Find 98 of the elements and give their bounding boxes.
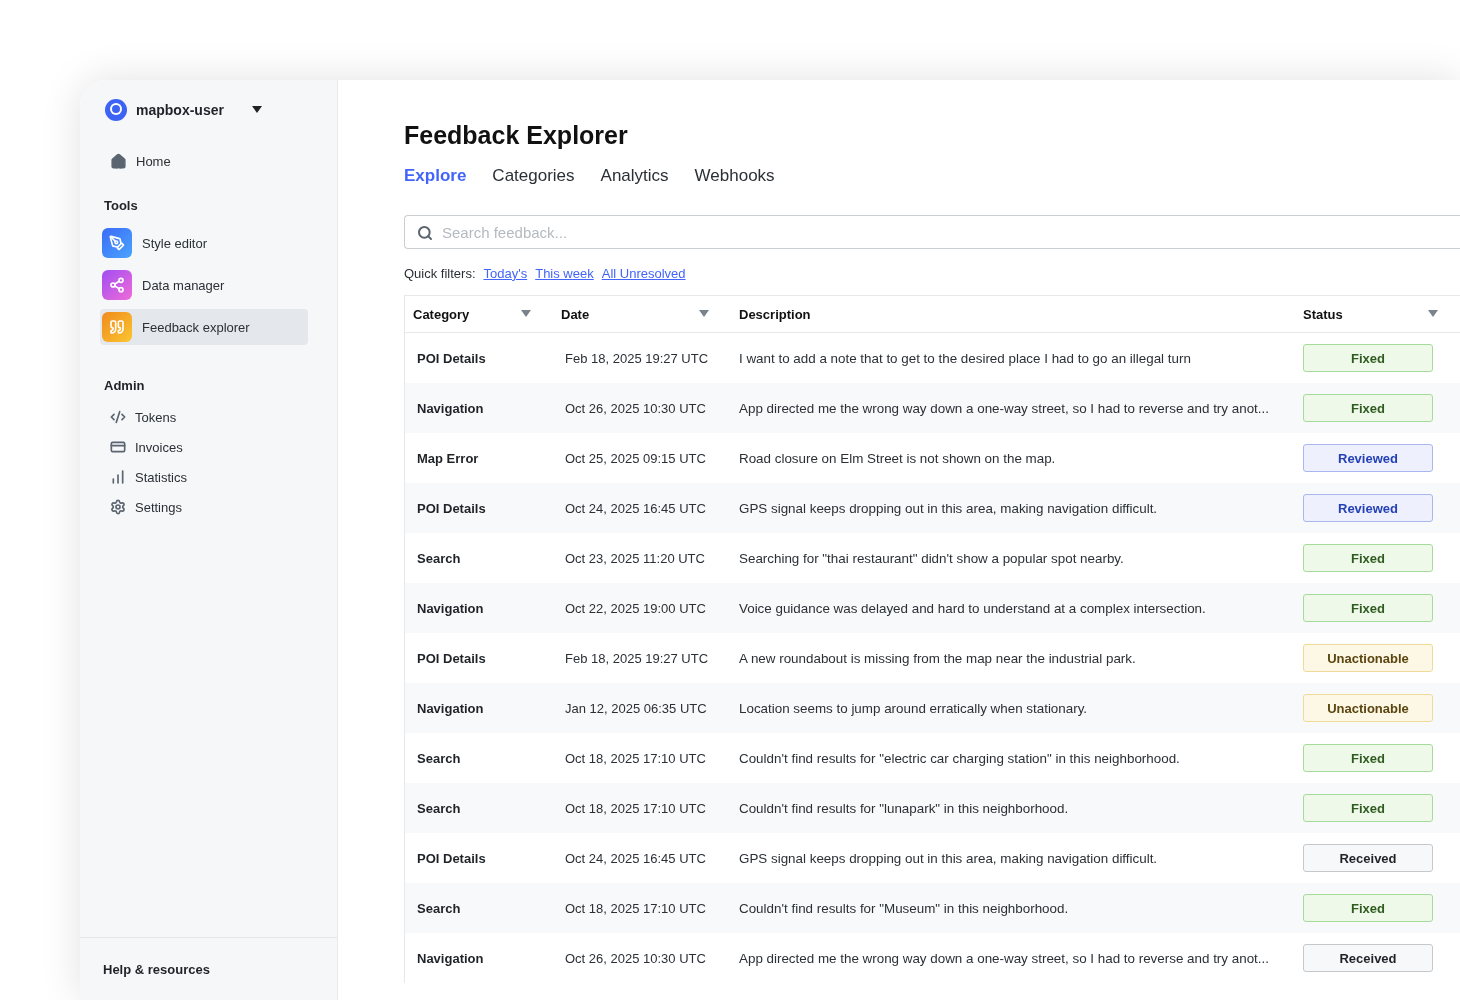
- tab[interactable]: Explore: [404, 162, 467, 190]
- date-cell-text: Oct 24, 2025 16:45 UTC: [564, 500, 707, 516]
- table-row[interactable]: Navigation Oct 26, 2025 10:30 UTC App directed me the wrong way down a one-way street, so I had to reverse and try anot... Fixed: [405, 383, 1460, 433]
- section-heading: Admin: [104, 377, 146, 395]
- status-badge: Received: [1303, 844, 1433, 872]
- status-badge: Fixed: [1303, 394, 1433, 422]
- column-header[interactable]: Category: [405, 306, 553, 322]
- filter-link[interactable]: All Unresolved: [601, 265, 686, 281]
- status-badge: Unactionable: [1303, 644, 1433, 672]
- description-cell-text: Couldn't find results for "electric car charging station" in this neighborhood.: [738, 750, 1181, 766]
- description-cell-text: GPS signal keeps dropping out in this area, making navigation difficult.: [738, 850, 1159, 866]
- tab[interactable]: Webhooks: [694, 162, 775, 190]
- date-cell-text: Oct 25, 2025 09:15 UTC: [564, 450, 707, 466]
- quote-icon: [102, 312, 132, 342]
- search-field[interactable]: Search feedback...: [404, 215, 1460, 249]
- sidebar-item[interactable]: Invoices: [104, 432, 312, 462]
- description-cell-text: Location seems to jump around erratically when stationary.: [738, 700, 1089, 716]
- description-cell-text: Road closure on Elm Street is not shown on the map.: [738, 450, 1057, 466]
- description-cell-text: Couldn't find results for "lunapark" in this neighborhood.: [738, 800, 1070, 816]
- filter-link[interactable]: Today's: [483, 265, 528, 281]
- date-cell-text: Jan 12, 2025 06:35 UTC: [564, 700, 708, 716]
- status-badge: Fixed: [1303, 544, 1433, 572]
- sort-caret-icon[interactable]: [521, 310, 531, 318]
- help-link[interactable]: Help & resources: [103, 961, 210, 977]
- table-row[interactable]: Search Oct 18, 2025 17:10 UTC Couldn't find results for "lunapark" in this neighborhood. Fixed: [405, 783, 1460, 833]
- avatar-icon: [104, 98, 128, 122]
- date-cell-text: Oct 18, 2025 17:10 UTC: [564, 800, 707, 816]
- category-cell-text: Navigation: [416, 600, 485, 616]
- sort-caret-icon[interactable]: [1428, 310, 1438, 318]
- column-header[interactable]: Status: [1295, 306, 1460, 322]
- status-badge: Reviewed: [1303, 494, 1433, 522]
- page-title: Feedback Explorer: [404, 120, 629, 150]
- home-icon: [110, 152, 127, 170]
- date-cell-text: Oct 18, 2025 17:10 UTC: [564, 900, 707, 916]
- sidebar-item[interactable]: Data manager: [100, 267, 308, 303]
- status-badge: Received: [1303, 944, 1433, 972]
- nodes-icon: [102, 270, 132, 300]
- status-badge: Fixed: [1303, 894, 1433, 922]
- category-cell-text: POI Details: [416, 650, 487, 666]
- category-cell-text: Search: [416, 800, 462, 816]
- description-cell-text: Searching for "thai restaurant" didn't show a popular spot nearby.: [738, 550, 1125, 566]
- search-icon: [417, 225, 433, 241]
- table-row[interactable]: Navigation Oct 22, 2025 19:00 UTC Voice guidance was delayed and hard to understand at a complex intersection. Fixed: [405, 583, 1460, 633]
- date-cell-text: Feb 18, 2025 19:27 UTC: [564, 350, 710, 366]
- account-name[interactable]: mapbox-user: [136, 102, 224, 118]
- description-cell-text: Voice guidance was delayed and hard to understand at a complex intersection.: [738, 600, 1207, 616]
- category-cell-text: Navigation: [416, 700, 485, 716]
- description-cell-text: App directed me the wrong way down a one-way street, so I had to reverse and try anot...: [738, 950, 1270, 966]
- category-cell-text: Search: [416, 900, 462, 916]
- tab[interactable]: Categories: [492, 162, 575, 190]
- category-cell-text: Search: [416, 750, 462, 766]
- sidebar-item[interactable]: Tokens: [104, 402, 312, 432]
- status-badge: Reviewed: [1303, 444, 1433, 472]
- category-cell-text: Navigation: [416, 400, 485, 416]
- status-badge: Fixed: [1303, 594, 1433, 622]
- date-cell-text: Oct 23, 2025 11:20 UTC: [564, 550, 706, 566]
- category-cell-text: POI Details: [416, 350, 487, 366]
- category-cell-text: Map Error: [416, 450, 480, 466]
- sidebar-item[interactable]: Feedback explorer: [100, 309, 308, 345]
- description-cell-text: GPS signal keeps dropping out in this area, making navigation difficult.: [738, 500, 1159, 516]
- code-icon: [110, 409, 126, 425]
- home-link[interactable]: Home: [104, 146, 312, 176]
- filter-link[interactable]: This week: [535, 265, 594, 281]
- bar-chart-icon: [110, 469, 126, 485]
- date-cell-text: Feb 18, 2025 19:27 UTC: [564, 650, 710, 666]
- settings-icon: [110, 499, 126, 515]
- sidebar-item[interactable]: Style editor: [100, 225, 308, 261]
- table-row[interactable]: POI Details Oct 24, 2025 16:45 UTC GPS signal keeps dropping out in this area, making navigation difficult. Reviewed: [405, 483, 1460, 533]
- description-cell-text: A new roundabout is missing from the map near the industrial park.: [738, 650, 1137, 666]
- section-heading: Tools: [104, 197, 139, 215]
- status-badge: Unactionable: [1303, 694, 1433, 722]
- description-cell-text: App directed me the wrong way down a one-way street, so I had to reverse and try anot...: [738, 400, 1270, 416]
- category-cell-text: Navigation: [416, 950, 485, 966]
- description-cell-text: Couldn't find results for "Museum" in this neighborhood.: [738, 900, 1070, 916]
- date-cell-text: Oct 24, 2025 16:45 UTC: [564, 850, 707, 866]
- date-cell-text: Oct 26, 2025 10:30 UTC: [564, 950, 707, 966]
- tab[interactable]: Analytics: [600, 162, 669, 190]
- category-cell-text: POI Details: [416, 850, 487, 866]
- status-badge: Fixed: [1303, 794, 1433, 822]
- date-cell-text: Oct 22, 2025 19:00 UTC: [564, 600, 707, 616]
- dropdown-caret-icon[interactable]: [251, 106, 262, 114]
- status-badge: Fixed: [1303, 344, 1433, 372]
- column-header[interactable]: Date: [553, 306, 731, 322]
- pen-icon: [102, 228, 132, 258]
- description-cell-text: I want to add a note that to get to the desired place I had to go an illegal turn: [738, 350, 1192, 366]
- sidebar-item[interactable]: Settings: [104, 492, 312, 522]
- status-badge: Fixed: [1303, 744, 1433, 772]
- sidebar-item[interactable]: Statistics: [104, 462, 312, 492]
- table-row[interactable]: Navigation Jan 12, 2025 06:35 UTC Location seems to jump around erratically when stationary. Unactionable: [405, 683, 1460, 733]
- date-cell-text: Oct 26, 2025 10:30 UTC: [564, 400, 707, 416]
- filters-label: Quick filters:: [404, 265, 476, 281]
- category-cell-text: POI Details: [416, 500, 487, 516]
- sort-caret-icon[interactable]: [699, 310, 709, 318]
- table-row[interactable]: Search Oct 18, 2025 17:10 UTC Couldn't find results for "Museum" in this neighborhood. Fixed: [405, 883, 1460, 933]
- card-icon: [110, 439, 126, 455]
- category-cell-text: Search: [416, 550, 462, 566]
- column-header[interactable]: Description: [731, 306, 1295, 322]
- date-cell-text: Oct 18, 2025 17:10 UTC: [564, 750, 707, 766]
